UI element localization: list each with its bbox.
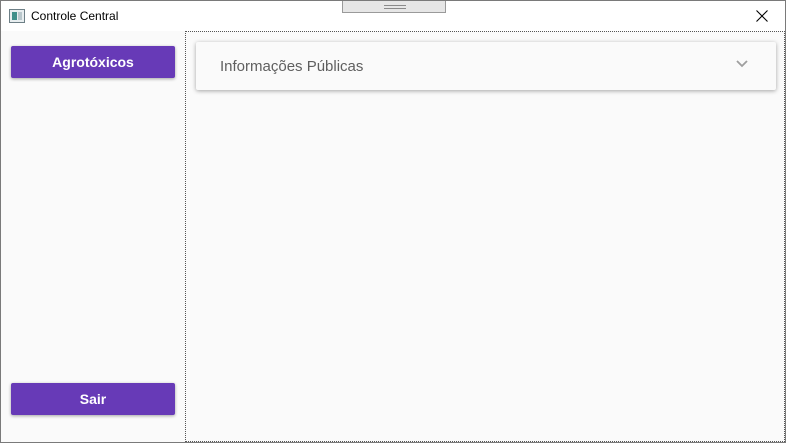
drag-grip-handle[interactable] — [342, 1, 446, 13]
close-icon — [756, 10, 768, 22]
content-panel: Informações Públicas — [185, 31, 785, 442]
sidebar: Agrotóxicos Sair — [1, 31, 185, 442]
agrotoxicos-button[interactable]: Agrotóxicos — [11, 46, 175, 78]
title-bar[interactable]: Controle Central — [1, 1, 785, 31]
expander-title: Informações Públicas — [220, 58, 364, 75]
window-title: Controle Central — [31, 9, 119, 23]
app-icon-pane — [12, 12, 17, 20]
app-icon-pane — [18, 12, 22, 20]
window-app-icon — [9, 9, 25, 23]
close-button[interactable] — [739, 1, 785, 31]
sair-button[interactable]: Sair — [11, 383, 175, 415]
informacoes-publicas-expander[interactable]: Informações Públicas — [196, 42, 776, 90]
chevron-down-icon — [736, 60, 748, 68]
main-window: Controle Central Agrotóxicos Sair Inform… — [0, 0, 786, 443]
